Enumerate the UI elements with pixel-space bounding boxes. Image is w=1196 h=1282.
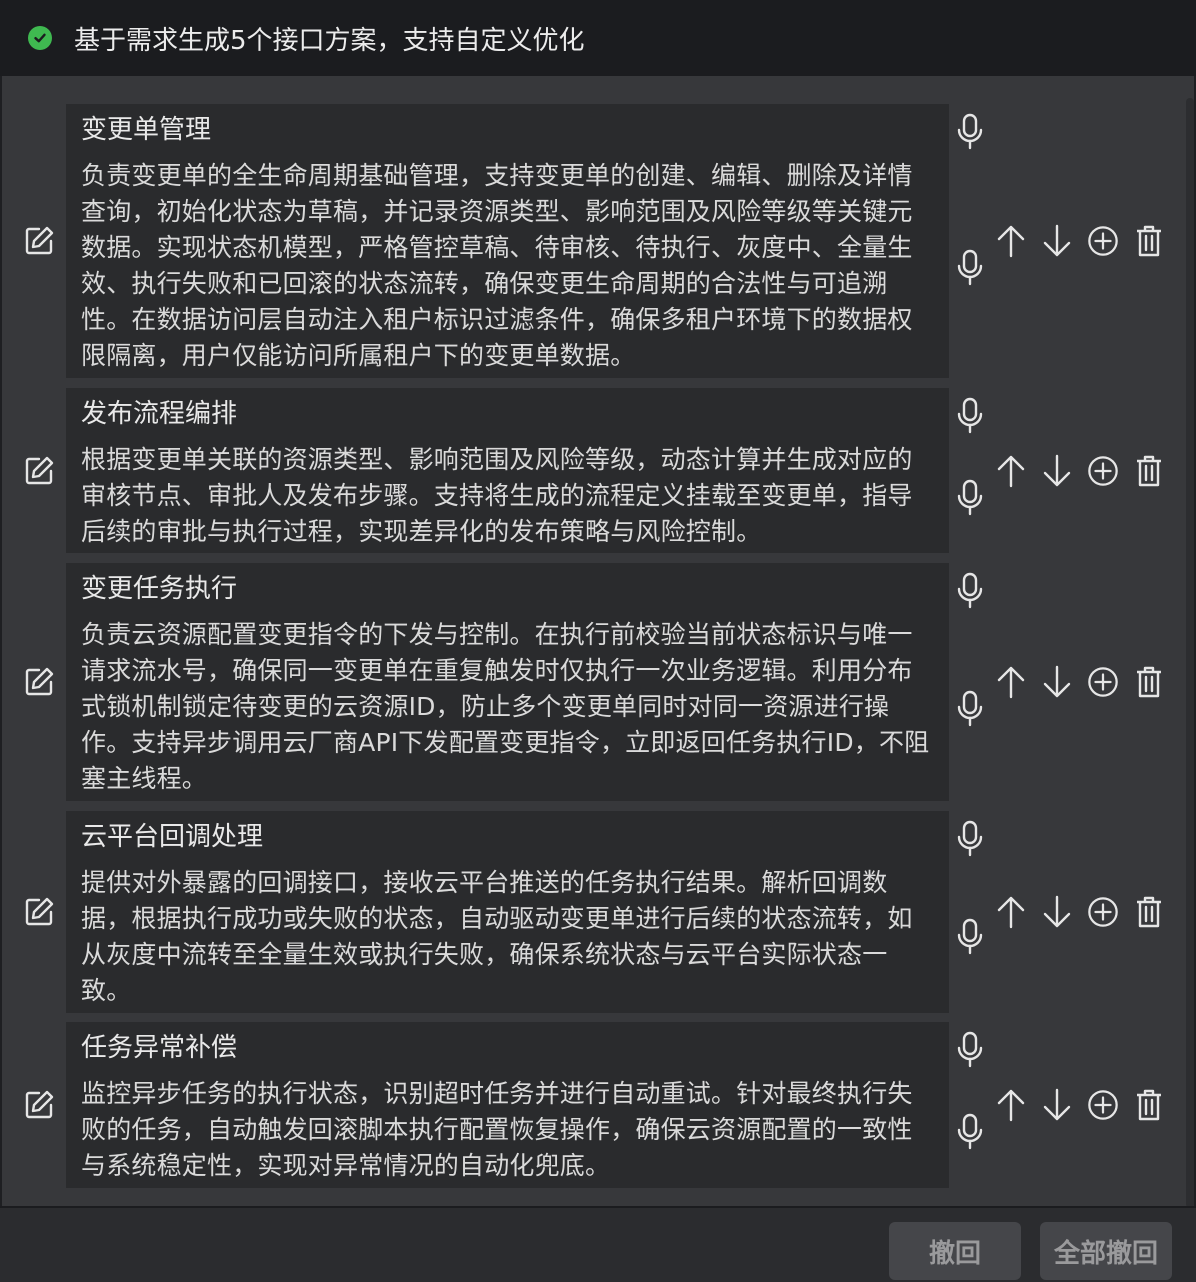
add-circle-icon[interactable] bbox=[1087, 453, 1119, 489]
interface-name: 变更任务执行 bbox=[81, 574, 238, 604]
description-mic-icon[interactable] bbox=[955, 917, 985, 957]
footer-bar: 撤回 全部撤回 bbox=[0, 1206, 1196, 1282]
name-mic-icon[interactable] bbox=[955, 1030, 985, 1070]
move-up-icon[interactable] bbox=[995, 223, 1027, 259]
header-bar: 基于需求生成5个接口方案，支持自定义优化 bbox=[0, 0, 1196, 76]
undo-all-button[interactable]: 全部撤回 bbox=[1040, 1222, 1172, 1280]
add-circle-icon[interactable] bbox=[1087, 1087, 1119, 1123]
name-mic-icon[interactable] bbox=[955, 819, 985, 859]
scrollbar[interactable] bbox=[1186, 98, 1194, 1208]
move-down-icon[interactable] bbox=[1041, 1087, 1073, 1123]
interface-card[interactable]: 任务异常补偿 监控异步任务的执行状态，识别超时任务并进行自动重试。针对最终执行失… bbox=[66, 1022, 949, 1188]
interface-description: 根据变更单关联的资源类型、影响范围及风险等级，动态计算并生成对应的审核节点、审批… bbox=[81, 445, 913, 546]
description-mic-icon[interactable] bbox=[955, 248, 985, 288]
trash-icon[interactable] bbox=[1133, 1087, 1165, 1123]
description-mic-icon[interactable] bbox=[955, 1112, 985, 1152]
description-mic-icon[interactable] bbox=[955, 478, 985, 518]
interface-name: 发布流程编排 bbox=[81, 399, 238, 429]
trash-icon[interactable] bbox=[1133, 453, 1165, 489]
edit-icon[interactable] bbox=[22, 224, 56, 258]
item-actions bbox=[995, 453, 1165, 489]
item-actions bbox=[995, 223, 1165, 259]
interface-description: 负责变更单的全生命周期基础管理，支持变更单的创建、编辑、删除及详情查询，初始化状… bbox=[81, 161, 913, 370]
interface-name: 变更单管理 bbox=[81, 115, 212, 145]
move-down-icon[interactable] bbox=[1041, 453, 1073, 489]
move-up-icon[interactable] bbox=[995, 453, 1027, 489]
move-up-icon[interactable] bbox=[995, 894, 1027, 930]
trash-icon[interactable] bbox=[1133, 223, 1165, 259]
interface-description: 监控异步任务的执行状态，识别超时任务并进行自动重试。针对最终执行失败的任务，自动… bbox=[81, 1079, 913, 1180]
move-down-icon[interactable] bbox=[1041, 223, 1073, 259]
interface-name: 云平台回调处理 bbox=[81, 822, 264, 852]
interface-description: 负责云资源配置变更指令的下发与控制。在执行前校验当前状态标识与唯一请求流水号，确… bbox=[81, 620, 930, 793]
move-up-icon[interactable] bbox=[995, 664, 1027, 700]
add-circle-icon[interactable] bbox=[1087, 664, 1119, 700]
success-check-icon bbox=[28, 26, 52, 50]
trash-icon[interactable] bbox=[1133, 894, 1165, 930]
interface-card[interactable]: 云平台回调处理 提供对外暴露的回调接口，接收云平台推送的任务执行结果。解析回调数… bbox=[66, 811, 949, 1013]
undo-button[interactable]: 撤回 bbox=[889, 1222, 1021, 1280]
item-actions bbox=[995, 1087, 1165, 1123]
item-actions bbox=[995, 894, 1165, 930]
edit-icon[interactable] bbox=[22, 454, 56, 488]
interface-name: 任务异常补偿 bbox=[81, 1033, 238, 1063]
trash-icon[interactable] bbox=[1133, 664, 1165, 700]
item-actions bbox=[995, 664, 1165, 700]
add-circle-icon[interactable] bbox=[1087, 223, 1119, 259]
name-mic-icon[interactable] bbox=[955, 112, 985, 152]
edit-icon[interactable] bbox=[22, 1088, 56, 1122]
add-circle-icon[interactable] bbox=[1087, 894, 1119, 930]
move-down-icon[interactable] bbox=[1041, 664, 1073, 700]
edit-icon[interactable] bbox=[22, 665, 56, 699]
interface-card[interactable]: 发布流程编排 根据变更单关联的资源类型、影响范围及风险等级，动态计算并生成对应的… bbox=[66, 388, 949, 553]
name-mic-icon[interactable] bbox=[955, 571, 985, 611]
interface-card[interactable]: 变更单管理 负责变更单的全生命周期基础管理，支持变更单的创建、编辑、删除及详情查… bbox=[66, 104, 949, 378]
name-mic-icon[interactable] bbox=[955, 396, 985, 436]
move-up-icon[interactable] bbox=[995, 1087, 1027, 1123]
header-title: 基于需求生成5个接口方案，支持自定义优化 bbox=[74, 25, 585, 56]
description-mic-icon[interactable] bbox=[955, 689, 985, 729]
interface-description: 提供对外暴露的回调接口，接收云平台推送的任务执行结果。解析回调数据，根据执行成功… bbox=[81, 868, 913, 1005]
interface-card[interactable]: 变更任务执行 负责云资源配置变更指令的下发与控制。在执行前校验当前状态标识与唯一… bbox=[66, 563, 949, 801]
move-down-icon[interactable] bbox=[1041, 894, 1073, 930]
edit-icon[interactable] bbox=[22, 895, 56, 929]
